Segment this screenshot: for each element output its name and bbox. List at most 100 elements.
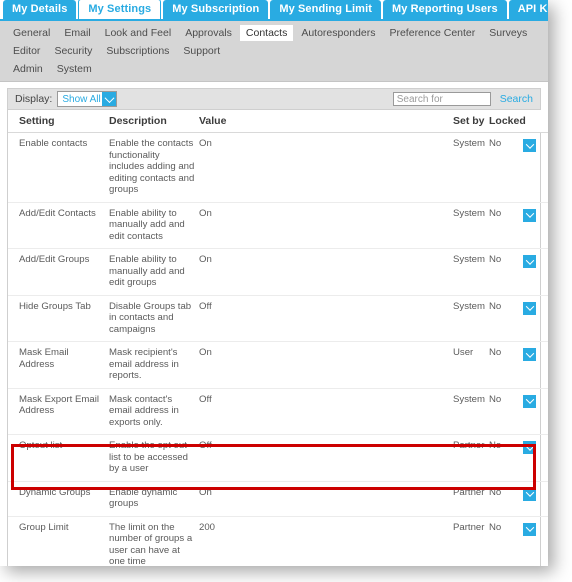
cell-set-by: Partner <box>453 434 489 482</box>
cell-locked: No <box>489 248 523 296</box>
table-row: Enable contacts Enable the contacts funct… <box>8 132 548 203</box>
cell-description: Enable ability to manually add and edit … <box>109 248 199 296</box>
cell-set-by: System <box>453 295 489 342</box>
cell-set-by: User <box>453 341 489 389</box>
chevron-down-icon <box>102 92 117 106</box>
cell-row-action <box>523 248 548 296</box>
secondary-nav-item-support[interactable]: Support <box>177 43 226 59</box>
secondary-nav-item-autoresponders[interactable]: Autoresponders <box>295 25 381 41</box>
cell-description: Mask recipient's email address in report… <box>109 341 199 389</box>
cell-locked: No <box>489 295 523 342</box>
cell-description: Enable ability to manually add and edit … <box>109 202 199 249</box>
primary-tab-my-reporting-users[interactable]: My Reporting Users <box>382 0 507 19</box>
cell-value: On <box>199 132 453 203</box>
cell-row-action <box>523 516 548 566</box>
cell-description: Enable the opt out list to be accessed b… <box>109 434 199 482</box>
cell-locked: No <box>489 516 523 566</box>
secondary-nav-item-subscriptions[interactable]: Subscriptions <box>100 43 175 59</box>
secondary-nav-item-email[interactable]: Email <box>58 25 96 41</box>
display-filter-dropdown[interactable]: Show All <box>57 91 118 107</box>
primary-tab-my-details[interactable]: My Details <box>3 0 77 19</box>
secondary-nav-item-system[interactable]: System <box>51 61 98 77</box>
cell-setting: Hide Groups Tab <box>8 295 109 342</box>
secondary-nav-bar: General Email Look and Feel Approvals Contac… <box>0 21 548 82</box>
settings-table-head: Setting Description Value Set by Locked <box>8 110 548 133</box>
cell-setting: Dynamic Groups <box>8 481 109 517</box>
table-row: Mask Email Address Mask recipient's email… <box>8 341 548 389</box>
secondary-nav-row-2: Admin System <box>6 60 542 78</box>
cell-description: The limit on the number of groups a user… <box>109 516 199 566</box>
table-row: Add/Edit Groups Enable ability to manuall… <box>8 248 548 296</box>
cell-row-action <box>523 434 548 482</box>
secondary-nav-item-admin[interactable]: Admin <box>7 61 49 77</box>
cell-value: On <box>199 481 453 517</box>
cell-set-by: Partner <box>453 481 489 517</box>
cell-row-action <box>523 481 548 517</box>
column-header-action <box>523 110 548 133</box>
row-action-chevron-down-icon[interactable] <box>523 394 536 408</box>
cell-description: Enable dynamic groups <box>109 481 199 517</box>
row-action-chevron-down-icon[interactable] <box>523 208 536 222</box>
display-label: Display: <box>15 93 53 105</box>
table-header-row: Setting Description Value Set by Locked <box>8 110 548 133</box>
cell-locked: No <box>489 341 523 389</box>
primary-tab-bar: My Details My Settings My Subscription My S… <box>0 0 548 21</box>
row-action-chevron-down-icon[interactable] <box>523 348 536 361</box>
column-header-setting: Setting <box>8 110 109 133</box>
secondary-nav-row-1: General Email Look and Feel Approvals Contac… <box>6 24 542 60</box>
cell-set-by: System <box>453 388 489 435</box>
cell-value: 200 <box>199 516 453 566</box>
cell-locked: No <box>489 388 523 435</box>
secondary-nav-item-editor[interactable]: Editor <box>7 43 46 59</box>
row-action-chevron-down-icon[interactable] <box>523 255 536 268</box>
cell-setting: Add/Edit Contacts <box>8 202 109 249</box>
cell-set-by: System <box>453 202 489 249</box>
cell-value: Off <box>199 434 453 482</box>
table-row: Dynamic Groups Enable dynamic groups On Par… <box>8 481 548 517</box>
secondary-nav-item-contacts[interactable]: Contacts <box>239 25 294 41</box>
cell-value: On <box>199 202 453 249</box>
cell-set-by: System <box>453 248 489 296</box>
cell-value: On <box>199 248 453 296</box>
settings-table-body: Enable contacts Enable the contacts funct… <box>8 132 548 566</box>
row-action-chevron-down-icon[interactable] <box>523 522 536 536</box>
cell-description: Disable Groups tab in contacts and campa… <box>109 295 199 342</box>
column-header-locked: Locked <box>489 110 526 133</box>
cell-set-by: System <box>453 132 489 203</box>
cell-value: Off <box>199 295 453 342</box>
table-row: Group Limit The limit on the number of gr… <box>8 516 548 566</box>
row-action-chevron-down-icon[interactable] <box>523 301 536 315</box>
cell-locked: No <box>489 481 523 517</box>
table-row: Mask Export Email Address Mask contact's … <box>8 388 548 435</box>
table-row: Optout list Enable the opt out list to be… <box>8 434 548 482</box>
secondary-nav-item-security[interactable]: Security <box>48 43 98 59</box>
secondary-nav-item-preference-center[interactable]: Preference Center <box>383 25 481 41</box>
cell-setting: Enable contacts <box>8 132 109 203</box>
table-row: Add/Edit Contacts Enable ability to manua… <box>8 202 548 249</box>
secondary-nav-item-look-and-feel[interactable]: Look and Feel <box>99 25 178 41</box>
column-header-set-by: Set by <box>453 110 489 133</box>
cell-row-action <box>523 388 548 435</box>
cell-locked: No <box>489 434 523 482</box>
cell-value: On <box>199 341 453 389</box>
cell-setting: Mask Export Email Address <box>8 388 109 435</box>
filter-bar: Display: Show All Search <box>8 89 540 110</box>
secondary-nav-item-approvals[interactable]: Approvals <box>179 25 238 41</box>
table-row: Hide Groups Tab Disable Groups tab in con… <box>8 295 548 342</box>
cell-value: Off <box>199 388 453 435</box>
primary-tab-api-keys[interactable]: API Keys <box>508 0 548 19</box>
primary-tab-my-subscription[interactable]: My Subscription <box>163 0 269 19</box>
cell-setting: Mask Email Address <box>8 341 109 389</box>
row-action-chevron-down-icon[interactable] <box>523 487 536 501</box>
row-action-chevron-down-icon[interactable] <box>523 441 536 454</box>
cell-row-action <box>523 132 548 203</box>
secondary-nav-item-surveys[interactable]: Surveys <box>483 25 533 41</box>
row-action-chevron-down-icon[interactable] <box>523 139 536 152</box>
secondary-nav-item-general[interactable]: General <box>7 25 56 41</box>
page-shell: My Details My Settings My Subscription My S… <box>0 0 548 566</box>
primary-tab-my-sending-limit[interactable]: My Sending Limit <box>270 0 381 19</box>
search-button[interactable]: Search <box>500 93 533 105</box>
search-input[interactable] <box>392 92 491 106</box>
cell-row-action <box>523 202 548 249</box>
primary-tab-my-settings[interactable]: My Settings <box>78 0 162 19</box>
